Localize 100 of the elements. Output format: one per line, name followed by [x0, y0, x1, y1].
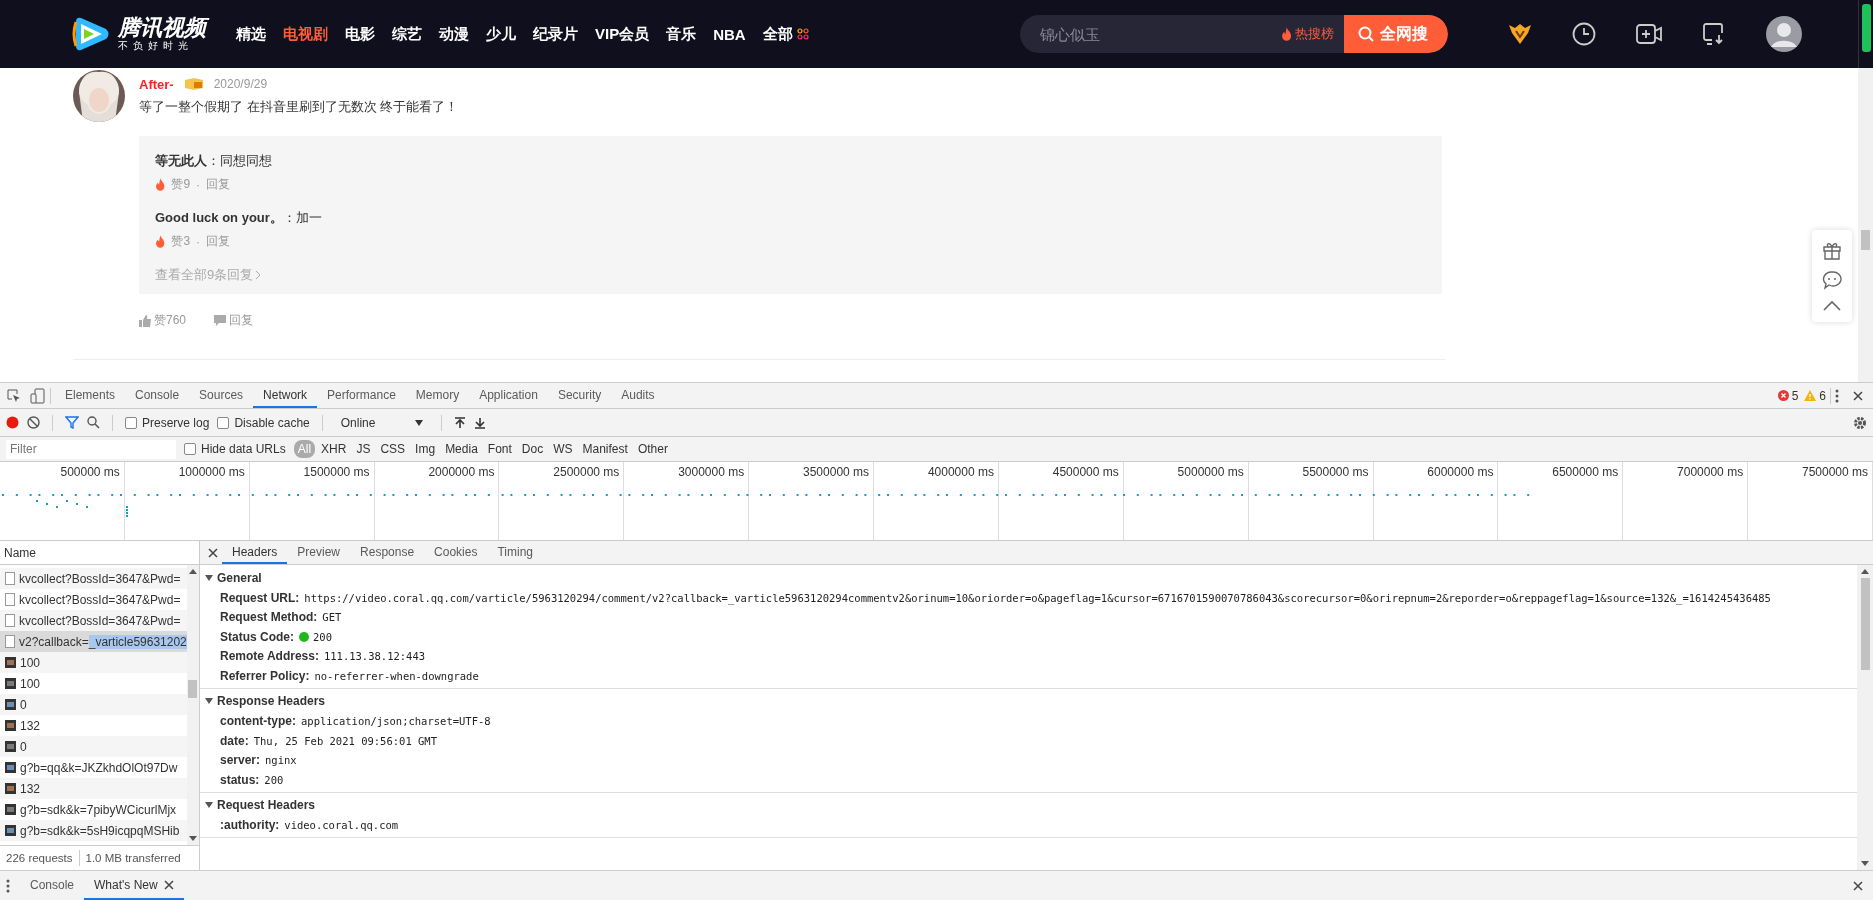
header-value: https://video.coral.qq.com/varticle/5963120294/comment/v2?callback=_varticle5963120294commentv2&orinum=10&oriorder=o&pageflag=1&cursor=6716701590070786043&scorecursor=0&orirepnum=2&reporder=o&reppageflag=1&source=132&_=1614245436485: [304, 591, 1771, 604]
request-row[interactable]: kvcollect?BossId=3647&Pwd=: [0, 568, 187, 589]
detail-tab[interactable]: Timing: [487, 541, 543, 564]
request-row[interactable]: v2?callback=_varticle59631202: [0, 631, 187, 652]
error-counter[interactable]: 5: [1777, 388, 1799, 403]
nav-link[interactable]: 全部: [762, 24, 809, 44]
history-button[interactable]: [1572, 22, 1596, 46]
type-filter[interactable]: JS: [352, 440, 375, 458]
image-thumbnail-icon: [5, 657, 16, 668]
section-header[interactable]: General: [200, 567, 1857, 588]
image-thumbnail-icon: [5, 804, 16, 815]
devtools-tab[interactable]: Performance: [317, 383, 406, 408]
gift-button[interactable]: [1822, 240, 1842, 260]
import-button[interactable]: [454, 416, 467, 429]
download-button[interactable]: [1702, 22, 1726, 46]
filter-field[interactable]: Filter: [6, 439, 176, 459]
settings-button[interactable]: [1853, 415, 1867, 430]
upload-video-button[interactable]: [1636, 23, 1662, 45]
header-value: 111.13.38.12:443: [323, 650, 426, 663]
devtools-tab[interactable]: Security: [547, 383, 612, 408]
vip-crown-icon: [1508, 23, 1532, 45]
request-row[interactable]: 0: [0, 694, 187, 715]
type-filter[interactable]: Media: [441, 440, 482, 458]
header-name: :authority:: [220, 818, 280, 833]
nav-link[interactable]: 音乐: [666, 24, 697, 44]
device-toggle-button[interactable]: [30, 387, 46, 404]
throttling-dropdown[interactable]: Online: [334, 415, 430, 430]
nav-link[interactable]: 电影: [345, 24, 375, 44]
type-filter[interactable]: CSS: [376, 440, 410, 458]
timeline-tick: 7000000 ms: [1677, 465, 1744, 479]
search-field[interactable]: 锦心似玉: [1020, 15, 1281, 53]
transferred-size: 1.0 MB transferred: [85, 852, 181, 864]
nav-link[interactable]: NBA: [713, 25, 746, 43]
caret-icon: [415, 419, 424, 426]
type-filter[interactable]: Other: [633, 440, 672, 458]
hide-data-urls-checkbox[interactable]: Hide data URLs: [184, 442, 286, 456]
search-icon: [1358, 26, 1374, 42]
export-button[interactable]: [474, 416, 487, 429]
timeline-tick: 6500000 ms: [1552, 465, 1619, 479]
search-button[interactable]: [87, 416, 100, 429]
detail-tab[interactable]: Preview: [287, 541, 351, 564]
header-value: 200: [264, 773, 284, 786]
devtools-tab[interactable]: Memory: [405, 383, 470, 408]
nav-link[interactable]: 纪录片: [533, 24, 578, 44]
devtools-tab[interactable]: Application: [469, 383, 548, 408]
scrollbar-thumb[interactable]: [1861, 230, 1870, 250]
type-filter[interactable]: Doc: [517, 440, 548, 458]
drawer-tab[interactable]: Console: [20, 871, 85, 900]
request-row[interactable]: 132: [0, 778, 187, 799]
type-filter[interactable]: Img: [411, 440, 440, 458]
nav-link[interactable]: 综艺: [392, 24, 422, 44]
hot-search-link[interactable]: 热搜榜: [1280, 15, 1344, 53]
section-header[interactable]: Response Headers: [200, 690, 1857, 712]
nav-link[interactable]: VIP会员: [595, 24, 650, 44]
type-filter[interactable]: Font: [483, 440, 516, 458]
flame-icon: [1280, 27, 1292, 41]
clear-button[interactable]: [27, 416, 40, 429]
kebab-menu-icon: [1835, 388, 1839, 403]
request-row[interactable]: 100: [0, 652, 187, 673]
devtools-tab[interactable]: Sources: [189, 383, 254, 408]
comment-author[interactable]: After-: [139, 76, 174, 92]
request-row[interactable]: g?b=sdk&k=5sH9icqpqMSHib: [0, 820, 187, 841]
scroll-down-icon: [1861, 861, 1869, 866]
record-button[interactable]: [6, 416, 19, 429]
scrollbar-thumb[interactable]: [188, 680, 198, 698]
type-filter[interactable]: Manifest: [578, 440, 632, 458]
nav-link[interactable]: 精选: [236, 24, 266, 44]
section-header[interactable]: Request Headers: [200, 794, 1857, 816]
nav-link[interactable]: 电视剧: [283, 24, 328, 44]
back-to-top-button[interactable]: [1823, 300, 1841, 312]
vip-button[interactable]: [1508, 23, 1532, 45]
type-filter[interactable]: WS: [549, 440, 577, 458]
disable-cache-checkbox[interactable]: Disable cache: [217, 415, 310, 430]
drawer-tab[interactable]: What's New: [84, 871, 184, 900]
drawer-menu-button[interactable]: [6, 878, 10, 893]
header-name: content-type:: [220, 714, 296, 729]
devtools-tab[interactable]: Audits: [611, 383, 665, 408]
request-row[interactable]: 0: [0, 736, 187, 757]
filter-button[interactable]: [65, 416, 79, 429]
column-header[interactable]: Name: [0, 541, 199, 565]
type-filter[interactable]: XHR: [317, 440, 351, 458]
inspect-button[interactable]: [6, 387, 22, 404]
scrollbar-thumb[interactable]: [1861, 4, 1871, 52]
feedback-button[interactable]: [1822, 270, 1842, 290]
detail-tab[interactable]: Cookies: [424, 541, 488, 564]
warning-counter[interactable]: 6: [1804, 388, 1826, 403]
detail-tab[interactable]: Response: [350, 541, 425, 564]
preserve-log-checkbox[interactable]: Preserve log: [125, 415, 210, 430]
nav-link[interactable]: 少儿: [486, 24, 516, 44]
dots-icon: [796, 28, 809, 40]
more-menu-button[interactable]: [1835, 388, 1839, 403]
request-row[interactable]: kvcollect?BossId=3647&Pwd=: [0, 610, 187, 631]
document-icon: [5, 635, 15, 648]
user-avatar[interactable]: [1766, 16, 1802, 52]
devtools-tab[interactable]: Elements: [55, 383, 126, 408]
nav-link[interactable]: 动漫: [439, 24, 469, 44]
scrollbar-thumb[interactable]: [1860, 578, 1870, 670]
detail-tab[interactable]: Headers: [222, 541, 288, 564]
search-bar[interactable]: 锦心似玉 热搜榜 全网搜: [1020, 15, 1448, 53]
devtools-tab[interactable]: Console: [125, 383, 190, 408]
